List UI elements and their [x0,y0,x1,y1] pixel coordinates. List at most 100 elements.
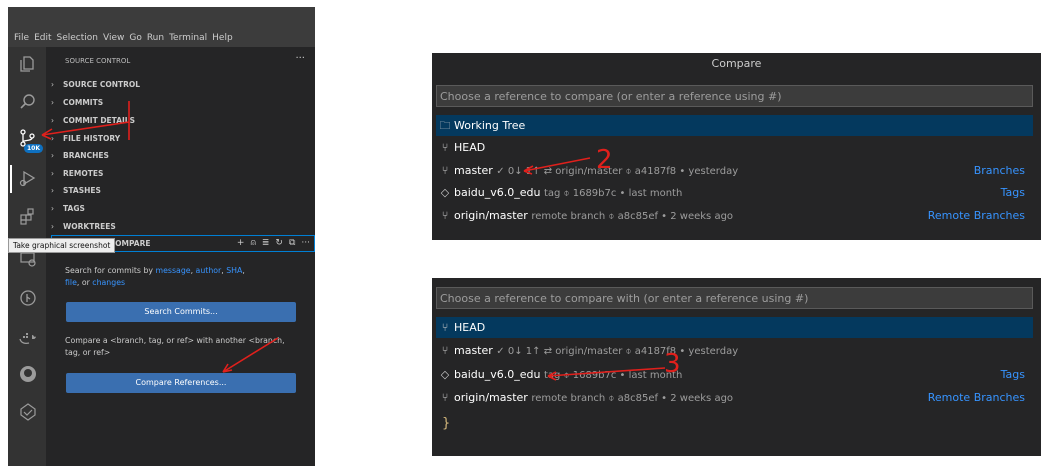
extensions-icon[interactable] [17,207,39,229]
section-worktrees[interactable]: › WORKTREES [51,218,313,235]
link-changes[interactable]: changes [92,278,125,287]
section-label: WORKTREES [63,222,116,231]
branch-icon: ⑂ [441,141,449,154]
add-icon[interactable]: + [237,236,245,251]
branch-icon: ⑂ [441,391,449,404]
link-file[interactable]: file [65,278,77,287]
menu-edit[interactable]: Edit [34,33,51,43]
option-tag[interactable]: ◇ baidu_v6.0_edu tag ⌽ 1689b7c • last mon… [436,364,1033,385]
activity-bar: 10K [8,47,46,466]
tooltip: Take graphical screenshot [8,238,116,253]
option-label: master [454,344,493,357]
search-description: Search for commits by message, author, S… [65,265,290,289]
branch-icon: ⑂ [441,209,449,222]
section-source-control[interactable]: › SOURCE CONTROL [51,76,313,93]
dialog-title: Compare [711,57,762,70]
option-tag[interactable]: ◇ baidu_v6.0_edu tag ⌽ 1689b7c • last mon… [436,182,1033,203]
collapse-icon[interactable]: ⧉ [289,236,295,251]
menu-help[interactable]: Help [212,33,233,43]
option-head[interactable]: ⑂ HEAD [436,137,1033,158]
option-description: tag ⌽ 1689b7c • last month [543,188,683,199]
option-origin-master[interactable]: ⑂ origin/master remote branch ⌽ a8c85ef •… [436,205,1033,226]
vscode-window: File Edit Selection View Go Run Terminal… [8,7,315,466]
option-label: origin/master [454,391,528,404]
section-remotes[interactable]: › REMOTES [51,165,313,182]
menu-run[interactable]: Run [147,33,164,43]
section-label: REMOTES [63,169,104,178]
run-debug-icon[interactable] [17,169,39,191]
more-actions-icon[interactable]: ··· [295,53,305,64]
active-indicator [10,165,12,193]
section-commit-details[interactable]: › COMMIT DETAILS [51,112,313,129]
option-description: tag ⌽ 1689b7c • last month [543,370,683,381]
section-label: TAGS [63,204,85,213]
chevron-right-icon: › [51,186,54,195]
pin-icon[interactable]: ⍝ [250,236,255,251]
section-tags[interactable]: › TAGS [51,200,313,217]
tag-icon: ◇ [440,186,450,199]
link-message[interactable]: message [156,266,191,275]
compare-references-button[interactable]: Compare References... [66,373,296,393]
docker-icon[interactable] [17,329,39,351]
option-label: baidu_v6.0_edu [454,368,541,381]
option-category: Tags [1000,186,1025,199]
compare-quick-pick: Compare Choose a reference to compare (o… [432,53,1041,240]
chevron-right-icon: › [51,169,54,178]
section-label: COMMIT DETAILS [63,116,135,125]
chevron-right-icon: › [51,134,54,143]
search-commits-button[interactable]: Search Commits... [66,302,296,322]
menu-file[interactable]: File [14,33,29,43]
chevron-right-icon: › [51,222,54,231]
gitlens-icon[interactable] [17,403,39,425]
option-label: HEAD [454,321,486,334]
editor-brace: } [442,416,451,431]
reference-input[interactable]: Choose a reference to compare with (or e… [436,287,1033,309]
explorer-icon[interactable] [17,55,39,77]
option-label: HEAD [454,141,486,154]
option-category: Remote Branches [927,209,1025,222]
menu-go[interactable]: Go [129,33,141,43]
list-icon[interactable]: ≣ [262,236,270,251]
menu-view[interactable]: View [103,33,124,43]
branch-icon: ⑂ [441,164,449,177]
chevron-right-icon: › [51,151,54,160]
branch-icon: ⑂ [441,344,449,357]
menu-terminal[interactable]: Terminal [169,33,207,43]
section-stashes[interactable]: › STASHES [51,182,313,199]
option-label: origin/master [454,209,528,222]
option-origin-master[interactable]: ⑂ origin/master remote branch ⌽ a8c85ef •… [436,387,1033,408]
option-description: ✓ 0↓ 1↑ ⇄ origin/master ⌽ a4187f8 • yest… [496,166,739,177]
option-master[interactable]: ⑂ master ✓ 0↓ 1↑ ⇄ origin/master ⌽ a4187f… [436,160,1033,181]
more-icon[interactable]: ··· [301,236,310,251]
timeline-icon[interactable] [17,289,39,311]
sidebar-title: SOURCE CONTROL [65,57,131,65]
reference-input[interactable]: Choose a reference to compare (or enter … [436,85,1033,107]
option-description: ✓ 0↓ 1↑ ⇄ origin/master ⌽ a4187f8 • yest… [496,346,739,357]
source-control-badge: 10K [24,144,43,153]
chevron-right-icon: › [51,116,54,125]
option-working-tree[interactable]: 🗀 Working Tree [436,115,1033,136]
chevron-right-icon: › [51,98,54,107]
tag-icon: ◇ [440,368,450,381]
option-master[interactable]: ⑂ master ✓ 0↓ 1↑ ⇄ origin/master ⌽ a4187f… [436,340,1033,361]
menu-selection[interactable]: Selection [57,33,98,43]
search-icon[interactable] [17,93,39,115]
option-head[interactable]: ⑂ HEAD [436,317,1033,338]
compare-with-quick-pick: Choose a reference to compare with (or e… [432,278,1041,456]
link-sha[interactable]: SHA [226,266,242,275]
chevron-right-icon: › [51,204,54,213]
section-branches[interactable]: › BRANCHES [51,147,313,164]
section-commits[interactable]: › COMMITS [51,94,313,111]
refresh-icon[interactable]: ↻ [275,236,283,251]
text: , [242,266,245,275]
section-label: SOURCE CONTROL [63,80,141,89]
chevron-right-icon: › [51,80,54,89]
remote-explorer-icon[interactable] [17,250,39,272]
text: , or [76,278,93,287]
option-label: baidu_v6.0_edu [454,186,541,199]
github-icon[interactable] [17,365,39,387]
compare-description: Compare a <branch, tag, or ref> with ano… [65,336,285,357]
link-author[interactable]: author [196,266,222,275]
section-file-history[interactable]: › FILE HISTORY [51,130,313,147]
section-label: FILE HISTORY [63,134,121,143]
